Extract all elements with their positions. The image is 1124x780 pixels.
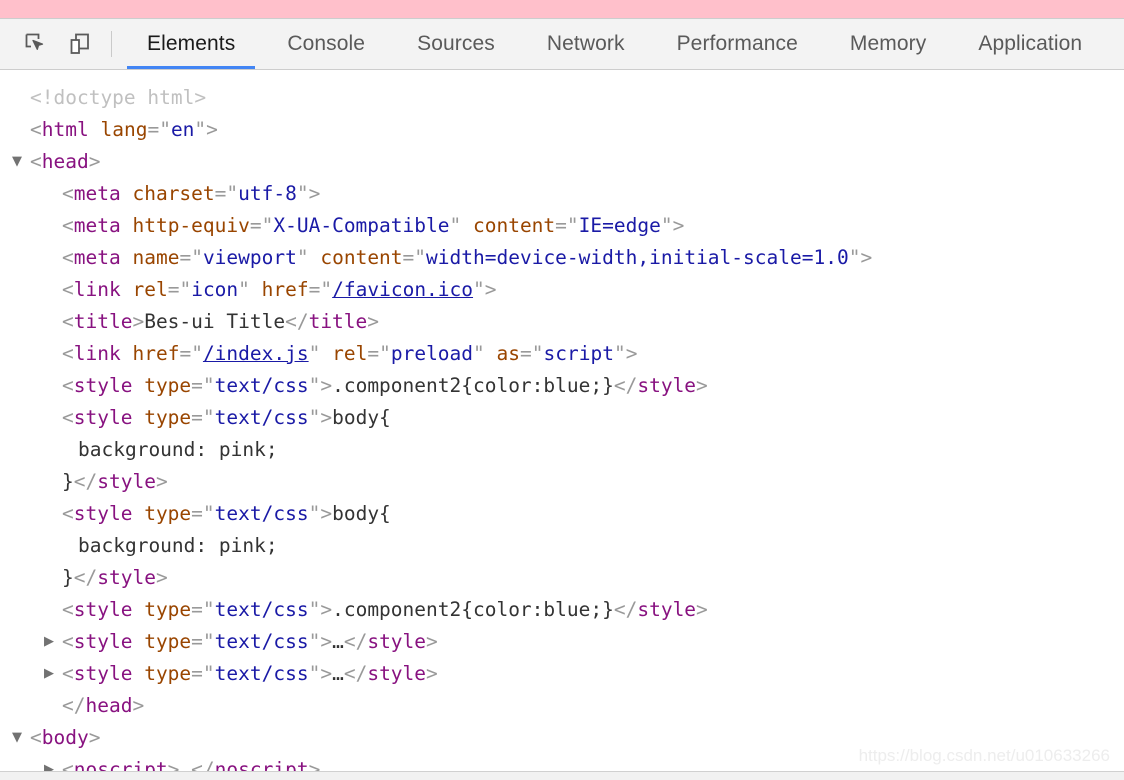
tab-network-label: Network — [546, 32, 625, 55]
dom-node-line[interactable]: <link href="/index.js" rel="preload" as=… — [0, 338, 1124, 370]
dom-node-line[interactable]: ▼ <head> — [0, 146, 1124, 178]
tab-memory[interactable]: Memory — [824, 19, 952, 69]
dom-node-markup: <meta charset="utf-8"> — [62, 182, 321, 205]
dom-node-markup: <style type="text/css">body{ — [62, 406, 391, 429]
tab-elements[interactable]: Elements — [121, 19, 261, 69]
dom-node-markup: <link href="/index.js" rel="preload" as=… — [62, 342, 638, 365]
tab-performance[interactable]: Performance — [651, 19, 824, 69]
dom-node-markup: <meta http-equiv="X-UA-Compatible" conte… — [62, 214, 685, 237]
tab-console-label: Console — [287, 32, 366, 55]
dom-node-markup: <style type="text/css">.component2{color… — [62, 374, 708, 397]
dom-node-markup: <meta name="viewport" content="width=dev… — [62, 246, 873, 269]
dom-node-line[interactable]: <!doctype html> — [0, 82, 1124, 114]
dom-node-line[interactable]: }</style> — [0, 562, 1124, 594]
tab-application[interactable]: Application — [952, 19, 1108, 69]
dom-node-markup: <!doctype html> — [30, 86, 207, 109]
tab-sources-label: Sources — [417, 32, 495, 55]
dom-node-markup: <html lang="en"> — [30, 118, 218, 141]
page-body-pink-strip — [0, 0, 1124, 18]
tab-console[interactable]: Console — [261, 19, 391, 69]
devtools-toolbar: Elements Console Sources Network Perform… — [0, 19, 1124, 70]
dom-node-markup: }</style> — [62, 566, 168, 589]
dom-node-line[interactable]: background: pink; — [0, 434, 1124, 466]
tab-application-label: Application — [978, 32, 1083, 55]
dom-node-line[interactable]: background: pink; — [0, 530, 1124, 562]
device-toolbar-icon[interactable] — [58, 19, 102, 69]
dom-node-markup: <style type="text/css">…</style> — [62, 662, 438, 685]
tab-memory-label: Memory — [849, 32, 927, 55]
dom-node-line[interactable]: <style type="text/css">.component2{color… — [0, 594, 1124, 626]
tab-network[interactable]: Network — [521, 19, 651, 69]
dom-node-markup: <body> — [30, 726, 101, 749]
dom-node-line[interactable]: <meta name="viewport" content="width=dev… — [0, 242, 1124, 274]
dom-node-line[interactable]: }</style> — [0, 466, 1124, 498]
dom-node-line[interactable]: <meta http-equiv="X-UA-Compatible" conte… — [0, 210, 1124, 242]
dom-node-line[interactable]: <html lang="en"> — [0, 114, 1124, 146]
dom-node-markup: background: pink; — [78, 534, 278, 557]
dom-node-line[interactable]: <style type="text/css">body{ — [0, 498, 1124, 530]
toolbar-separator — [111, 31, 112, 57]
dom-node-markup: }</style> — [62, 470, 168, 493]
dom-node-markup: <style type="text/css">body{ — [62, 502, 391, 525]
dom-node-line[interactable]: <style type="text/css">body{ — [0, 402, 1124, 434]
tab-elements-label: Elements — [147, 32, 236, 55]
dom-node-markup: <title>Bes-ui Title</title> — [62, 310, 380, 333]
expand-triangle-down-icon[interactable]: ▼ — [4, 722, 30, 754]
dom-node-markup: <link rel="icon" href="/favicon.ico"> — [62, 278, 497, 301]
dom-node-markup: </head> — [62, 694, 145, 717]
dom-node-markup: <style type="text/css">…</style> — [62, 630, 438, 653]
dom-node-markup: <head> — [30, 150, 101, 173]
dom-node-line[interactable]: </head> — [0, 690, 1124, 722]
bottom-status-bar — [0, 771, 1124, 780]
devtools-screenshot: Elements Console Sources Network Perform… — [0, 0, 1124, 780]
dom-node-line[interactable]: ▶ <style type="text/css">…</style> — [0, 626, 1124, 658]
expand-triangle-right-icon[interactable]: ▶ — [36, 658, 62, 690]
expand-triangle-down-icon[interactable]: ▼ — [4, 146, 30, 178]
dom-node-line[interactable]: <link rel="icon" href="/favicon.ico"> — [0, 274, 1124, 306]
tab-sources[interactable]: Sources — [391, 19, 521, 69]
dom-node-markup: background: pink; — [78, 438, 278, 461]
inspect-element-icon[interactable] — [14, 19, 58, 69]
dom-node-line[interactable]: <style type="text/css">.component2{color… — [0, 370, 1124, 402]
tab-performance-label: Performance — [676, 32, 798, 55]
expand-triangle-right-icon[interactable]: ▶ — [36, 626, 62, 658]
devtools-tab-list: Elements Console Sources Network Perform… — [121, 19, 1124, 69]
dom-node-line[interactable]: ▼ <body> — [0, 722, 1124, 754]
devtools-panel: Elements Console Sources Network Perform… — [0, 18, 1124, 780]
elements-dom-tree[interactable]: <!doctype html> <html lang="en"> ▼ <head> <m… — [0, 70, 1124, 780]
dom-node-line[interactable]: <meta charset="utf-8"> — [0, 178, 1124, 210]
dom-node-markup: <style type="text/css">.component2{color… — [62, 598, 708, 621]
dom-node-line[interactable]: ▶ <style type="text/css">…</style> — [0, 658, 1124, 690]
dom-node-line[interactable]: <title>Bes-ui Title</title> — [0, 306, 1124, 338]
